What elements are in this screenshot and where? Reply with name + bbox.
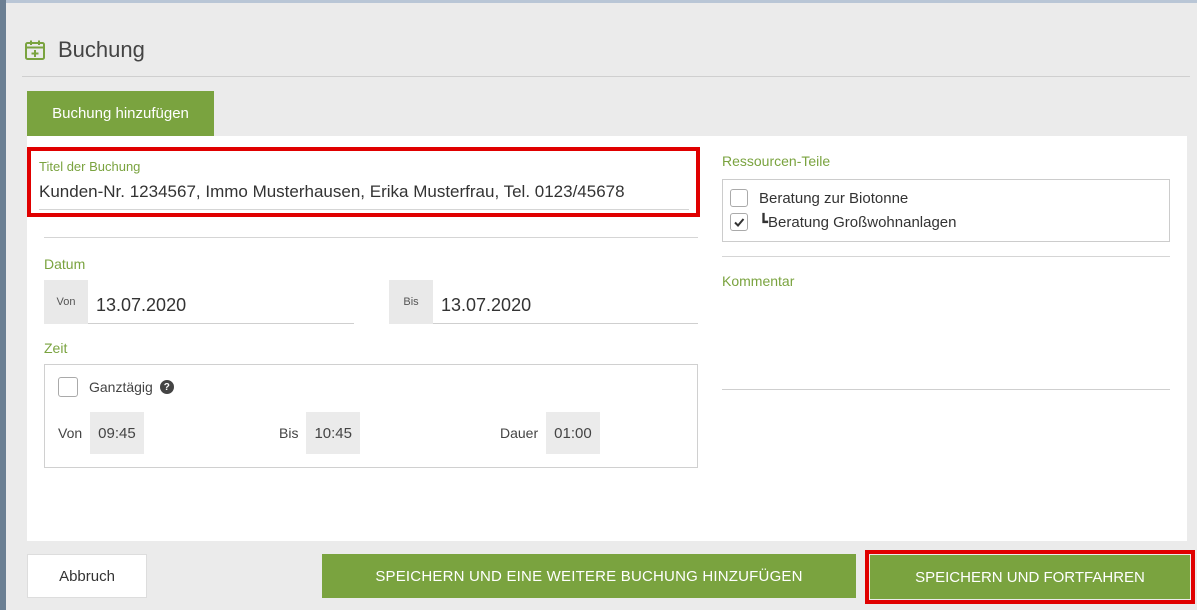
resource-label-biotonne: Beratung zur Biotonne xyxy=(759,189,909,207)
date-to-underline xyxy=(433,323,698,324)
resources-label: Ressourcen-Teile xyxy=(722,153,831,169)
time-from-field: Von 09:45 xyxy=(58,412,144,454)
divider xyxy=(44,237,698,238)
dialog-header: Buchung xyxy=(12,30,145,70)
time-to-field: Bis 10:45 xyxy=(279,412,360,454)
allday-label: Ganztägig xyxy=(89,379,153,395)
date-from-prefix: Von xyxy=(44,280,88,324)
tab-buchung-hinzufuegen[interactable]: Buchung hinzufügen xyxy=(27,91,214,136)
save-and-add-button[interactable]: SPEICHERN UND EINE WEITERE BUCHUNG HINZU… xyxy=(322,554,856,598)
date-to-prefix: Bis xyxy=(389,280,433,324)
divider xyxy=(722,256,1170,257)
resource-checkbox-biotonne[interactable] xyxy=(730,189,748,207)
duration-label: Dauer xyxy=(500,425,539,441)
time-from-label: Von xyxy=(58,425,83,441)
time-from-input[interactable]: 09:45 xyxy=(90,412,144,454)
date-from-underline xyxy=(88,323,354,324)
window-edge xyxy=(0,0,6,610)
duration-input[interactable]: 01:00 xyxy=(546,412,600,454)
allday-checkbox[interactable] xyxy=(58,377,78,397)
title-input[interactable] xyxy=(39,182,689,202)
comment-label: Kommentar xyxy=(722,273,795,289)
time-to-label: Bis xyxy=(279,425,299,441)
date-from-value[interactable]: 13.07.2020 xyxy=(88,280,186,324)
resource-label-grosswohnanlagen: ┗Beratung Großwohnanlagen xyxy=(759,214,957,231)
resource-checkbox-grosswohnanlagen[interactable] xyxy=(730,213,748,231)
resource-item-biotonne[interactable]: Beratung zur Biotonne xyxy=(730,189,908,207)
allday-row: Ganztägig ? xyxy=(58,377,174,397)
cancel-button[interactable]: Abbruch xyxy=(27,554,147,598)
datum-label: Datum xyxy=(44,256,86,272)
comment-input-underline[interactable] xyxy=(722,389,1170,390)
checkmark-icon xyxy=(734,218,745,227)
time-to-input[interactable]: 10:45 xyxy=(306,412,360,454)
date-from-field[interactable]: Von 13.07.2020 xyxy=(44,280,186,324)
date-to-value[interactable]: 13.07.2020 xyxy=(433,280,531,324)
header-divider xyxy=(22,76,1190,77)
title-field-group: Titel der Buchung xyxy=(27,147,700,217)
save-and-continue-button[interactable]: SPEICHERN UND FORTFAHREN xyxy=(870,555,1190,599)
resource-item-grosswohnanlagen[interactable]: ┗Beratung Großwohnanlagen xyxy=(730,213,957,231)
page-title: Buchung xyxy=(58,37,145,62)
zeit-label: Zeit xyxy=(44,340,68,356)
duration-field: Dauer 01:00 xyxy=(500,412,600,454)
date-to-field[interactable]: Bis 13.07.2020 xyxy=(389,280,531,324)
calendar-plus-icon xyxy=(25,40,45,60)
help-icon[interactable]: ? xyxy=(159,380,174,394)
title-field-label: Titel der Buchung xyxy=(39,159,141,174)
title-input-underline xyxy=(39,209,689,210)
